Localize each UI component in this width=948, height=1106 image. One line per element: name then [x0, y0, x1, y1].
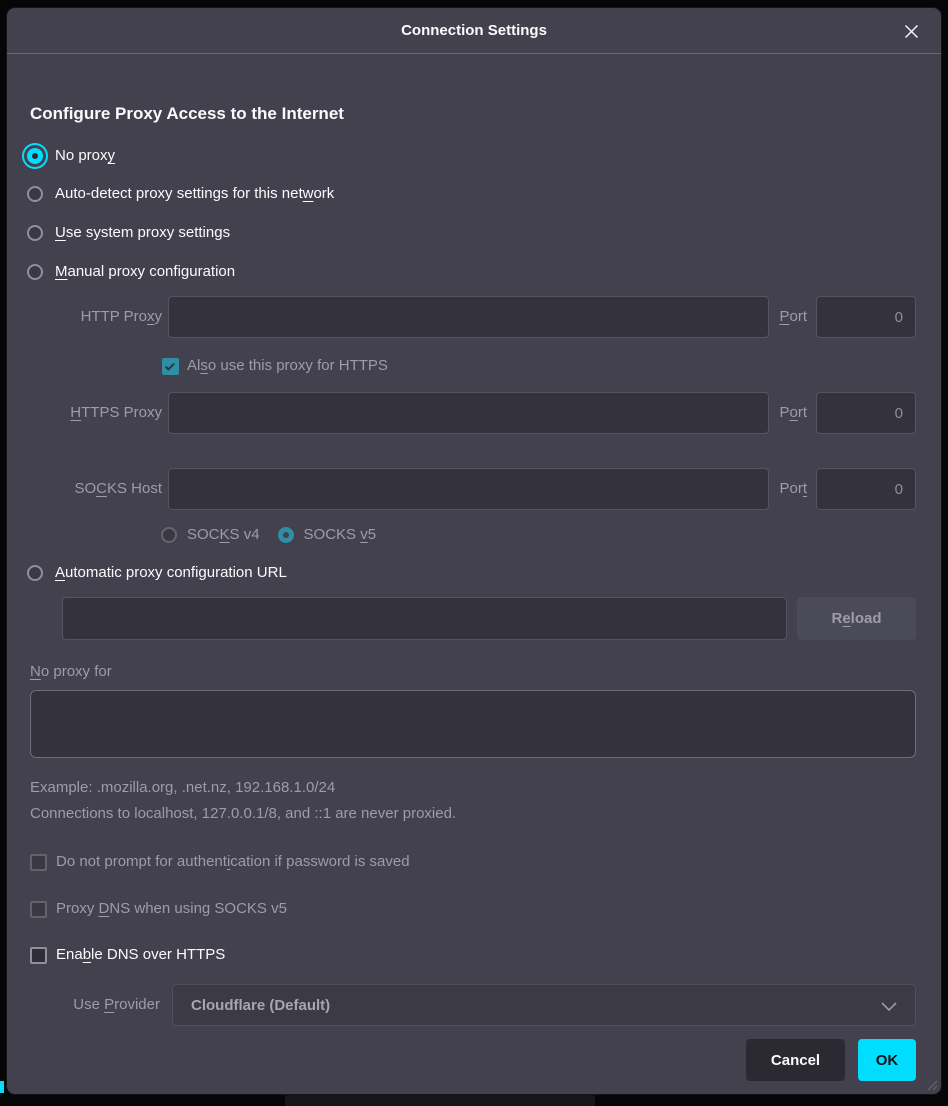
option-row-no-prompt-auth: Do not prompt for authentication if pass… [30, 850, 410, 874]
socks-port-input[interactable] [816, 468, 916, 510]
connection-settings-dialog: Connection Settings Configure Proxy Acce… [7, 8, 941, 1094]
radio-dot [283, 532, 289, 538]
auto-url-input[interactable] [62, 597, 787, 640]
no-proxy-for-textarea[interactable] [30, 690, 916, 758]
no-prompt-auth-label[interactable]: Do not prompt for authentication if pass… [56, 851, 410, 873]
chevron-down-icon [881, 1002, 897, 1011]
radio-label-socks-v5[interactable]: SOCKS v5 [304, 524, 377, 546]
https-port-input[interactable] [816, 392, 916, 434]
proxy-dns-checkbox[interactable] [30, 901, 47, 918]
close-button[interactable] [897, 8, 925, 54]
https-port-label: Port [779, 402, 807, 424]
radio-label-socks-v4[interactable]: SOCKS v4 [187, 524, 260, 546]
background-accent-fragment [0, 1081, 4, 1093]
auto-url-row: Reload [62, 597, 916, 640]
no-proxy-example-row: Example: .mozilla.org, .net.nz, 192.168.… [30, 776, 335, 800]
radio-dot [32, 153, 38, 159]
use-provider-label: Use Provider [56, 994, 160, 1016]
screen-background: Connection Settings Configure Proxy Acce… [0, 0, 948, 1106]
doh-provider-dropdown[interactable]: Cloudflare (Default) [172, 984, 916, 1026]
check-icon [165, 360, 175, 370]
http-port-label: Port [779, 306, 807, 328]
radio-manual[interactable] [27, 264, 43, 280]
doh-provider-row: Use Provider Cloudflare (Default) [56, 984, 916, 1026]
no-proxy-for-row: No proxy for [30, 660, 112, 684]
http-proxy-label: HTTP Proxy [30, 306, 162, 328]
radio-row-auto-detect: Auto-detect proxy settings for this netw… [27, 182, 334, 206]
radio-row-use-system: Use system proxy settings [27, 221, 230, 245]
https-proxy-input[interactable] [168, 392, 769, 434]
socks-version-row: SOCKS v4 SOCKS v5 [161, 523, 376, 547]
page-behind-strip [285, 1095, 595, 1106]
doh-provider-value: Cloudflare (Default) [173, 997, 330, 1014]
http-proxy-row: HTTP Proxy Port [30, 296, 916, 338]
radio-auto-url[interactable] [27, 565, 43, 581]
radio-row-no-proxy: No proxy [27, 144, 115, 168]
radio-label-auto-url[interactable]: Automatic proxy configuration URL [55, 562, 287, 584]
page-title: Configure Proxy Access to the Internet [30, 104, 344, 124]
resize-grip[interactable] [924, 1077, 938, 1091]
no-prompt-auth-checkbox[interactable] [30, 854, 47, 871]
https-proxy-row: HTTPS Proxy Port [30, 392, 916, 434]
http-proxy-input[interactable] [168, 296, 769, 338]
proxy-dns-label[interactable]: Proxy DNS when using SOCKS v5 [56, 898, 287, 920]
share-proxy-row: Also use this proxy for HTTPS [162, 354, 388, 378]
no-proxy-note: Connections to localhost, 127.0.0.1/8, a… [30, 803, 456, 825]
dialog-title: Connection Settings [401, 22, 547, 39]
enable-doh-checkbox[interactable] [30, 947, 47, 964]
reload-button[interactable]: Reload [797, 597, 916, 640]
option-row-proxy-dns: Proxy DNS when using SOCKS v5 [30, 897, 287, 921]
radio-label-no-proxy[interactable]: No proxy [55, 145, 115, 167]
socks-host-input[interactable] [168, 468, 769, 510]
footer-buttons: Cancel OK [746, 1039, 916, 1081]
no-proxy-note-row: Connections to localhost, 127.0.0.1/8, a… [30, 802, 456, 826]
radio-use-system[interactable] [27, 225, 43, 241]
cancel-button[interactable]: Cancel [746, 1039, 845, 1081]
radio-row-auto-url: Automatic proxy configuration URL [27, 561, 287, 585]
option-row-enable-doh: Enable DNS over HTTPS [30, 943, 225, 967]
dialog-titlebar: Connection Settings [7, 8, 941, 54]
radio-row-manual: Manual proxy configuration [27, 260, 235, 284]
radio-socks-v4[interactable] [161, 527, 177, 543]
share-proxy-label[interactable]: Also use this proxy for HTTPS [187, 355, 388, 377]
radio-label-manual[interactable]: Manual proxy configuration [55, 261, 235, 283]
no-proxy-for-label: No proxy for [30, 661, 112, 683]
radio-auto-detect[interactable] [27, 186, 43, 202]
socks-host-row: SOCKS Host Port [30, 468, 916, 510]
radio-label-use-system[interactable]: Use system proxy settings [55, 222, 230, 244]
radio-no-proxy[interactable] [27, 148, 43, 164]
enable-doh-label[interactable]: Enable DNS over HTTPS [56, 944, 225, 966]
share-proxy-checkbox[interactable] [162, 358, 179, 375]
radio-socks-v5[interactable] [278, 527, 294, 543]
socks-port-label: Port [779, 478, 807, 500]
http-port-input[interactable] [816, 296, 916, 338]
no-proxy-example: Example: .mozilla.org, .net.nz, 192.168.… [30, 777, 335, 799]
socks-host-label: SOCKS Host [30, 478, 162, 500]
ok-button[interactable]: OK [858, 1039, 916, 1081]
https-proxy-label: HTTPS Proxy [30, 402, 162, 424]
close-icon [904, 24, 919, 39]
radio-label-auto-detect[interactable]: Auto-detect proxy settings for this netw… [55, 183, 334, 205]
